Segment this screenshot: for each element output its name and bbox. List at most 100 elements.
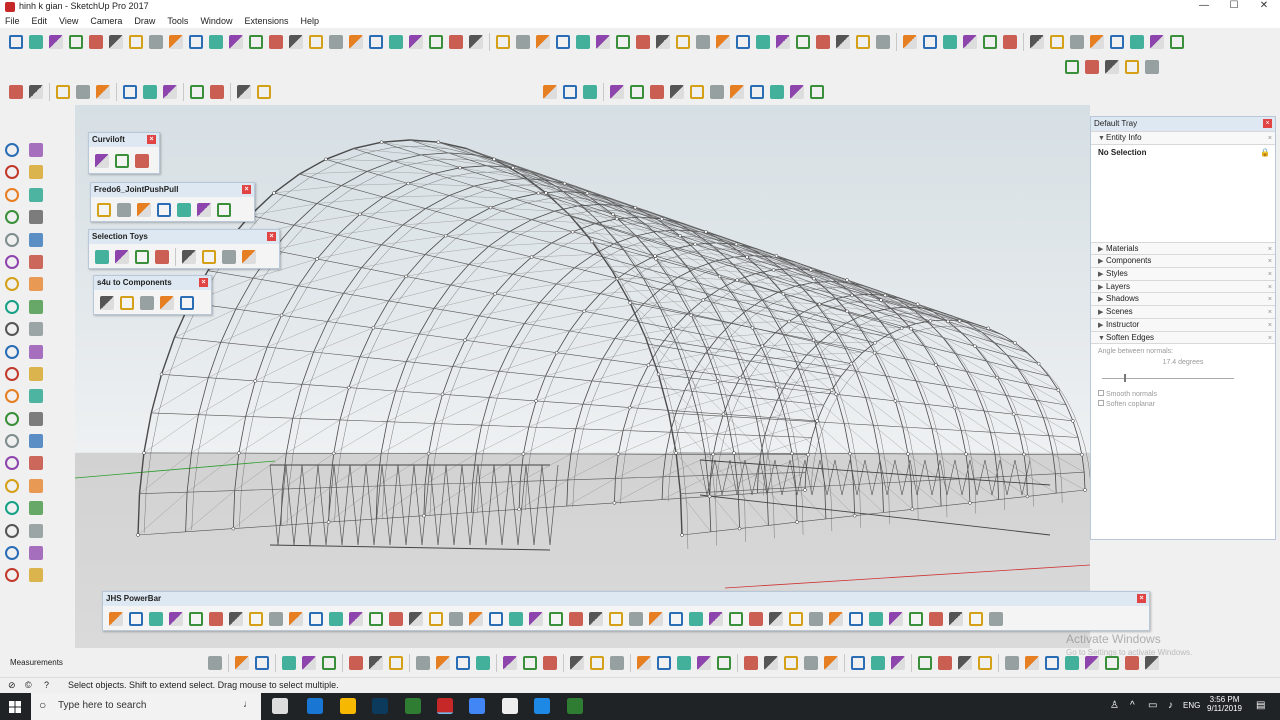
large-tool-icon[interactable] bbox=[26, 521, 46, 541]
geo-location-icon[interactable]: ⊘ bbox=[8, 680, 16, 691]
toolbar-tool-icon[interactable] bbox=[266, 609, 286, 629]
toolbar-tool-icon[interactable] bbox=[73, 82, 93, 102]
toolbar-tool-icon[interactable] bbox=[406, 32, 426, 52]
toolbar-tool-icon[interactable] bbox=[1147, 32, 1167, 52]
toolbar-tool-icon[interactable] bbox=[653, 32, 673, 52]
toolbar-tool-icon[interactable] bbox=[187, 82, 207, 102]
toolbar-tool-icon[interactable] bbox=[1122, 57, 1142, 77]
toolbar-tool-icon[interactable] bbox=[86, 32, 106, 52]
soften-coplanar-checkbox[interactable] bbox=[1098, 400, 1104, 407]
toolbar-tool-icon[interactable] bbox=[493, 32, 513, 52]
toolbar-tool-icon[interactable] bbox=[546, 609, 566, 629]
smooth-normals-checkbox[interactable] bbox=[1098, 390, 1104, 397]
tray-section-instructor[interactable]: ▶ Instructor × bbox=[1091, 317, 1275, 331]
selection-toys-close-icon[interactable]: × bbox=[267, 232, 276, 241]
menu-extensions[interactable]: Extensions bbox=[244, 14, 288, 28]
toolbar-tool-icon[interactable] bbox=[646, 609, 666, 629]
menu-help[interactable]: Help bbox=[300, 14, 319, 28]
toolbar-tool-icon[interactable] bbox=[1142, 57, 1162, 77]
toolbar-tool-icon[interactable] bbox=[500, 653, 520, 673]
toolbar-tool-icon[interactable] bbox=[853, 32, 873, 52]
toolbar-tool-icon[interactable] bbox=[707, 82, 727, 102]
tray-section-styles[interactable]: ▶ Styles × bbox=[1091, 267, 1275, 280]
toolbar-tool-icon[interactable] bbox=[573, 32, 593, 52]
large-tool-icon[interactable] bbox=[2, 274, 22, 294]
toolbar-tool-icon[interactable] bbox=[566, 609, 586, 629]
instructor-icon[interactable]: ? bbox=[44, 680, 49, 690]
large-tool-icon[interactable] bbox=[26, 207, 46, 227]
toolbar-tool-icon[interactable] bbox=[92, 247, 112, 267]
toolbar-tool-icon[interactable] bbox=[706, 609, 726, 629]
taskbar-app-icon[interactable] bbox=[372, 698, 388, 714]
toolbar-tool-icon[interactable] bbox=[306, 609, 326, 629]
toolbar-tool-icon[interactable] bbox=[346, 32, 366, 52]
taskbar-app-icon[interactable] bbox=[437, 698, 453, 714]
toolbar-tool-icon[interactable] bbox=[473, 653, 493, 673]
large-tool-icon[interactable] bbox=[2, 207, 22, 227]
toolbar-tool-icon[interactable] bbox=[607, 653, 627, 673]
large-tool-icon[interactable] bbox=[26, 162, 46, 182]
toolbar-tool-icon[interactable] bbox=[433, 653, 453, 673]
toolbar-tool-icon[interactable] bbox=[160, 82, 180, 102]
toolbar-tool-icon[interactable] bbox=[746, 609, 766, 629]
toolbar-tool-icon[interactable] bbox=[980, 32, 1000, 52]
toolbar-tool-icon[interactable] bbox=[634, 653, 654, 673]
toolbar-tool-icon[interactable] bbox=[587, 653, 607, 673]
toolbar-tool-icon[interactable] bbox=[466, 609, 486, 629]
tray-expand-icon[interactable]: ^ bbox=[1130, 700, 1135, 711]
toolbar-tool-icon[interactable] bbox=[319, 653, 339, 673]
toolbar-tool-icon[interactable] bbox=[97, 293, 117, 313]
toolbar-tool-icon[interactable] bbox=[66, 32, 86, 52]
toolbar-tool-icon[interactable] bbox=[92, 151, 112, 171]
toolbar-tool-icon[interactable] bbox=[246, 609, 266, 629]
toolbar-tool-icon[interactable] bbox=[234, 82, 254, 102]
tray-section-components[interactable]: ▶ Components × bbox=[1091, 254, 1275, 268]
toolbar-tool-icon[interactable] bbox=[186, 32, 206, 52]
large-tool-icon[interactable] bbox=[2, 140, 22, 160]
toolbar-tool-icon[interactable] bbox=[986, 609, 1006, 629]
toolbar-tool-icon[interactable] bbox=[806, 609, 826, 629]
large-tool-icon[interactable] bbox=[2, 431, 22, 451]
taskbar-app-icon[interactable] bbox=[469, 698, 485, 714]
toolbar-tool-icon[interactable] bbox=[206, 609, 226, 629]
toolbar-tool-icon[interactable] bbox=[206, 32, 226, 52]
menu-tools[interactable]: Tools bbox=[167, 14, 188, 28]
toolbar-tool-icon[interactable] bbox=[226, 32, 246, 52]
network-icon[interactable]: ▭ bbox=[1148, 700, 1157, 711]
curviloft-close-icon[interactable]: × bbox=[147, 135, 156, 144]
toolbar-tool-icon[interactable] bbox=[126, 32, 146, 52]
large-tool-icon[interactable] bbox=[26, 252, 46, 272]
toolbar-tool-icon[interactable] bbox=[693, 32, 713, 52]
toolbar-tool-icon[interactable] bbox=[607, 82, 627, 102]
toolbar-tool-icon[interactable] bbox=[1027, 32, 1047, 52]
toolbar-tool-icon[interactable] bbox=[177, 293, 197, 313]
toolbar-tool-icon[interactable] bbox=[787, 82, 807, 102]
toolbar-tool-icon[interactable] bbox=[179, 247, 199, 267]
toolbar-tool-icon[interactable] bbox=[366, 609, 386, 629]
maximize-button[interactable]: ☐ bbox=[1218, 0, 1250, 14]
large-tool-icon[interactable] bbox=[2, 230, 22, 250]
large-tool-icon[interactable] bbox=[26, 319, 46, 339]
toolbar-tool-icon[interactable] bbox=[654, 653, 674, 673]
large-tool-icon[interactable] bbox=[26, 297, 46, 317]
large-tool-icon[interactable] bbox=[2, 342, 22, 362]
s4u-components-close-icon[interactable]: × bbox=[199, 278, 208, 287]
toolbar-tool-icon[interactable] bbox=[205, 653, 225, 673]
toolbar-tool-icon[interactable] bbox=[286, 32, 306, 52]
toolbar-tool-icon[interactable] bbox=[239, 247, 259, 267]
toolbar-tool-icon[interactable] bbox=[1002, 653, 1022, 673]
taskbar-app-icon[interactable] bbox=[307, 698, 323, 714]
large-tool-icon[interactable] bbox=[2, 498, 22, 518]
toolbar-tool-icon[interactable] bbox=[846, 609, 866, 629]
toolbar-tool-icon[interactable] bbox=[152, 247, 172, 267]
toolbar-tool-icon[interactable] bbox=[873, 32, 893, 52]
toolbar-tool-icon[interactable] bbox=[686, 609, 706, 629]
credits-icon[interactable]: © bbox=[25, 680, 32, 690]
large-tool-icon[interactable] bbox=[2, 476, 22, 496]
large-tool-icon[interactable] bbox=[26, 543, 46, 563]
toolbar-tool-icon[interactable] bbox=[520, 653, 540, 673]
toolbar-tool-icon[interactable] bbox=[446, 32, 466, 52]
toolbar-tool-icon[interactable] bbox=[426, 609, 446, 629]
toolbar-tool-icon[interactable] bbox=[386, 653, 406, 673]
toolbar-tool-icon[interactable] bbox=[246, 32, 266, 52]
